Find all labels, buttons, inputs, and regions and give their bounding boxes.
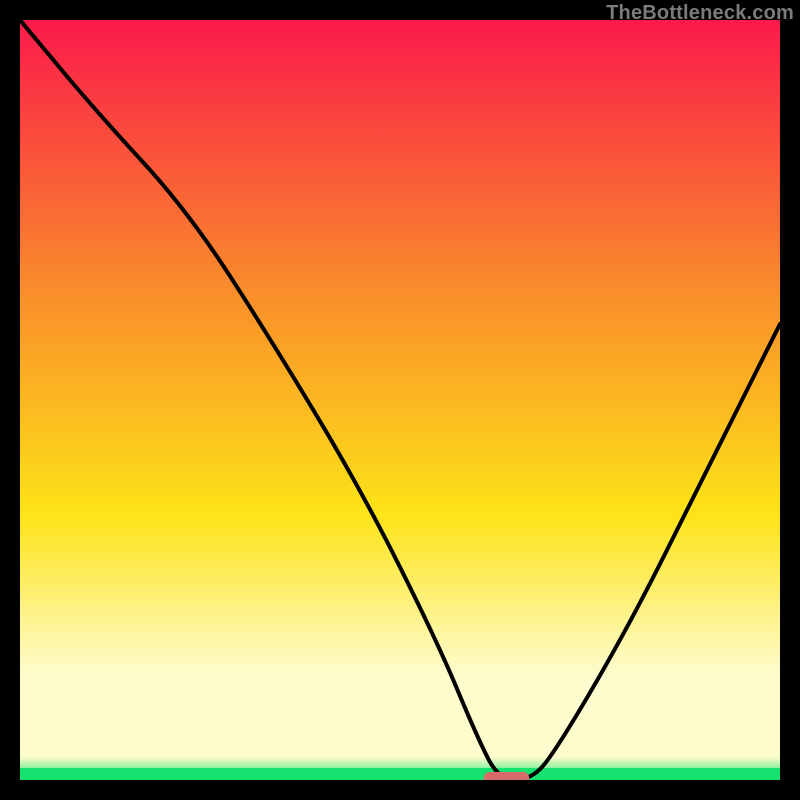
baseline-strip [20, 768, 780, 780]
chart-svg [20, 20, 780, 780]
optimum-marker [484, 772, 530, 780]
outer-frame: TheBottleneck.com [0, 0, 800, 800]
gradient-background [20, 20, 780, 780]
plot-area [20, 20, 780, 780]
